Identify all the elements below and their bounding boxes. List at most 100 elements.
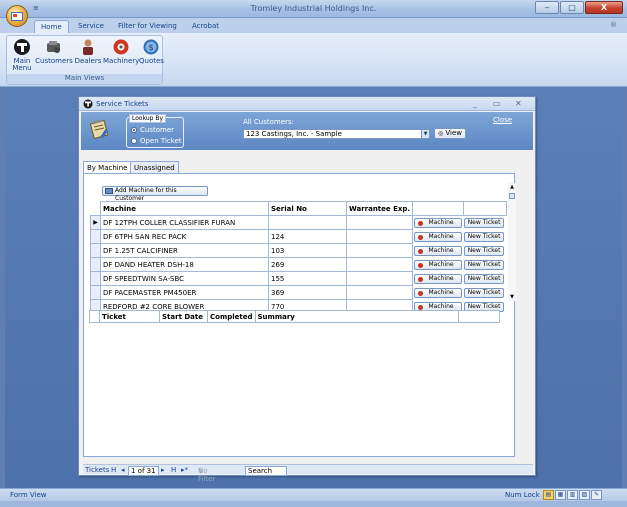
warranty-cell[interactable]: [345, 215, 414, 230]
new-ticket-button-cell: New Ticket: [463, 272, 506, 286]
nav-next-icon[interactable]: ▸: [161, 466, 165, 474]
tab-acrobat[interactable]: Acrobat: [186, 20, 225, 33]
new-ticket-button[interactable]: New Ticket: [464, 245, 505, 256]
tab-filter-for-viewing[interactable]: Filter for Viewing: [112, 20, 183, 33]
new-ticket-button[interactable]: New Ticket: [464, 217, 505, 228]
tab-unassigned[interactable]: Unassigned: [130, 161, 179, 173]
add-machine-button[interactable]: Add Machine for this Customer: [102, 186, 208, 202]
machine-button[interactable]: Machine: [414, 273, 463, 284]
serial-cell[interactable]: 155: [268, 271, 347, 286]
office-button[interactable]: [6, 5, 28, 27]
design-view-icon[interactable]: ✎: [591, 490, 602, 500]
row-selector[interactable]: [90, 257, 101, 272]
row-selector[interactable]: [90, 229, 101, 244]
machine-name-cell[interactable]: DF 6TPH SAN REC PACK: [100, 229, 269, 244]
machine-row[interactable]: DF PACEMASTER PM450ER 369 Machine New Ticke…: [90, 285, 507, 300]
scroll-down-icon[interactable]: ▼: [508, 293, 516, 301]
serial-cell[interactable]: 269: [268, 257, 347, 272]
grid-corner: [90, 201, 101, 216]
new-ticket-button[interactable]: New Ticket: [464, 273, 505, 284]
customer-combo[interactable]: 123 Castings, Inc. - Sample ▼: [243, 129, 430, 139]
nav-prev-icon[interactable]: ◂: [121, 466, 125, 474]
view-button[interactable]: ◎ View: [434, 128, 466, 139]
form-view-icon[interactable]: ▤: [543, 490, 554, 500]
new-ticket-button-cell: New Ticket: [463, 244, 506, 258]
tromley-logo-icon: [14, 39, 30, 55]
row-selector[interactable]: [90, 243, 101, 258]
service-tickets-form: Service Tickets _ ▭ ✕ Lookup By Customer…: [78, 96, 536, 483]
lookup-by-legend: Lookup By: [129, 114, 167, 123]
scroll-up-icon[interactable]: ▲: [508, 183, 516, 191]
machine-button[interactable]: Machine: [414, 217, 463, 228]
tab-service[interactable]: Service: [72, 20, 110, 33]
ribbon-group-main-views: Main Menu Customers Dealers Machinery $ …: [6, 35, 164, 85]
machine-row[interactable]: DF DAND HEATER DSH-18 269 Machine New Ticke…: [90, 257, 507, 272]
warranty-cell[interactable]: [345, 243, 414, 258]
close-button[interactable]: X: [585, 1, 623, 14]
row-selector[interactable]: ▶: [90, 215, 101, 230]
chevron-down-icon[interactable]: ▼: [421, 130, 429, 138]
form-close-button[interactable]: ✕: [515, 99, 522, 108]
machinery-button[interactable]: Machinery: [103, 38, 139, 65]
serial-cell[interactable]: 103: [268, 243, 347, 258]
nav-new-icon[interactable]: ▸*: [181, 466, 188, 474]
machine-name-cell[interactable]: DF SPEEDTWIN SA-SBC: [100, 271, 269, 286]
machine-button[interactable]: Machine: [414, 245, 463, 256]
no-filter-label: No Filter: [198, 467, 216, 483]
new-ticket-button[interactable]: New Ticket: [464, 259, 505, 270]
customers-button[interactable]: Customers: [35, 38, 73, 65]
machine-name-cell[interactable]: DF PACEMASTER PM450ER: [100, 285, 269, 300]
form-restore-button[interactable]: ▭: [493, 99, 501, 108]
main-menu-button[interactable]: Main Menu: [9, 38, 35, 72]
minimize-button[interactable]: ‒: [535, 1, 559, 14]
col-new-ticket-btn: [462, 201, 507, 216]
serial-cell[interactable]: [268, 215, 347, 230]
tab-home[interactable]: Home: [34, 20, 69, 33]
dealers-button[interactable]: Dealers: [73, 38, 103, 65]
form-minimize-button[interactable]: _: [473, 99, 477, 108]
nav-first-icon[interactable]: H: [111, 466, 116, 474]
machine-button-cell: Machine: [413, 216, 464, 230]
nav-record-field[interactable]: 1 of 31: [128, 466, 159, 476]
lookup-open-ticket-radio[interactable]: Open Ticket: [131, 137, 182, 145]
machine-row[interactable]: DF 6TPH SAN REC PACK 124 Machine New Ticket: [90, 229, 507, 244]
dealers-icon: [83, 39, 93, 55]
machine-name-cell[interactable]: DF DAND HEATER DSH-18: [100, 257, 269, 272]
new-ticket-button[interactable]: New Ticket: [464, 287, 505, 298]
machine-row[interactable]: ▶ DF 12TPH COLLER CLASSIFIER FURAN Machine…: [90, 215, 507, 230]
machinery-icon: [113, 39, 129, 55]
pivot-chart-view-icon[interactable]: ▧: [579, 490, 590, 500]
new-ticket-button[interactable]: New Ticket: [464, 231, 505, 242]
lookup-customer-radio[interactable]: Customer: [131, 126, 174, 134]
help-icon[interactable]: ®: [610, 21, 617, 29]
machine-row[interactable]: DF SPEEDTWIN SA-SBC 155 Machine New Ticket: [90, 271, 507, 286]
warranty-cell[interactable]: [345, 285, 414, 300]
machine-button[interactable]: Machine: [414, 231, 463, 242]
machine-grid-scrollbar[interactable]: ▲ ▼: [508, 183, 516, 301]
warranty-cell[interactable]: [345, 229, 414, 244]
radio-unselected-icon: [131, 138, 137, 144]
pivot-table-view-icon[interactable]: ▥: [567, 490, 578, 500]
machine-name-cell[interactable]: DF 12TPH COLLER CLASSIFIER FURAN: [100, 215, 269, 230]
machine-row[interactable]: DF 1.25T CALCIFINER 103 Machine New Ticket: [90, 243, 507, 258]
lookup-open-ticket-label: Open Ticket: [140, 137, 182, 145]
quotes-button[interactable]: $ Quotes: [139, 38, 164, 65]
search-input[interactable]: Search: [245, 466, 287, 476]
machinery-icon: [418, 290, 424, 296]
machine-button[interactable]: Machine: [414, 287, 463, 298]
warranty-cell[interactable]: [345, 271, 414, 286]
row-selector[interactable]: [90, 271, 101, 286]
all-customers-label: All Customers:: [243, 118, 294, 126]
scroll-thumb[interactable]: [509, 193, 515, 199]
row-selector[interactable]: [90, 285, 101, 300]
datasheet-view-icon[interactable]: ▦: [555, 490, 566, 500]
status-view-mode: Form View: [10, 491, 47, 499]
serial-cell[interactable]: 124: [268, 229, 347, 244]
machine-button[interactable]: Machine: [414, 259, 463, 270]
machine-name-cell[interactable]: DF 1.25T CALCIFINER: [100, 243, 269, 258]
maximize-button[interactable]: □: [560, 1, 584, 14]
warranty-cell[interactable]: [345, 257, 414, 272]
serial-cell[interactable]: 369: [268, 285, 347, 300]
nav-last-icon[interactable]: H: [171, 466, 176, 474]
close-link[interactable]: Close: [493, 116, 512, 124]
